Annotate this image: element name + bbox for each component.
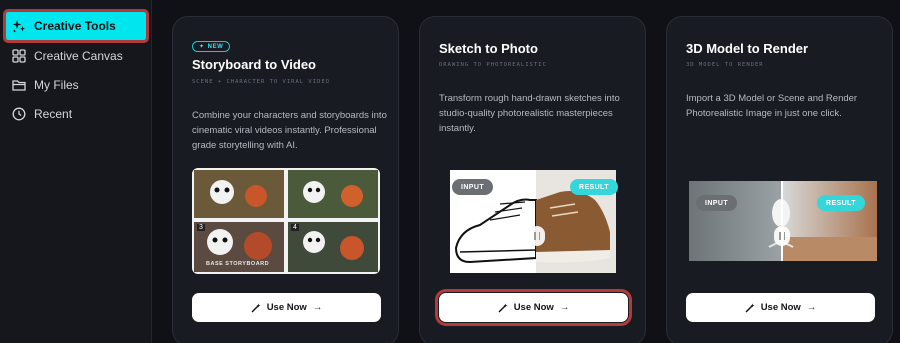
- storyboard-preview: 3 4 BASE STORYBOARD: [192, 168, 380, 274]
- image-caption: BASE STORYBOARD: [206, 261, 270, 267]
- tool-card-sketch-to-photo[interactable]: Sketch to Photo DRAWING TO PHOTOREALISTI…: [419, 16, 646, 343]
- clock-icon: [12, 107, 26, 121]
- arrow-right-icon: →: [559, 302, 570, 313]
- sidebar-item-label: My Files: [34, 78, 79, 92]
- input-label: INPUT: [452, 179, 493, 195]
- card-description: Combine your characters and storyboards …: [192, 110, 387, 151]
- sidebar-item-my-files[interactable]: My Files: [6, 71, 146, 99]
- sidebar: Creative Tools Creative Canvas My Files …: [0, 0, 152, 343]
- result-label: RESULT: [817, 195, 865, 211]
- grid-icon: [12, 49, 26, 63]
- folder-icon: [12, 80, 26, 91]
- sidebar-item-recent[interactable]: Recent: [6, 100, 146, 128]
- main-content: ✦ NEW Storyboard to Video SCENE + CHARAC…: [152, 0, 900, 343]
- sidebar-item-creative-canvas[interactable]: Creative Canvas: [6, 42, 146, 70]
- new-badge: ✦ NEW: [192, 41, 231, 52]
- comparison-slider-handle[interactable]: [529, 226, 545, 246]
- result-label: RESULT: [570, 179, 618, 195]
- use-now-button[interactable]: Use Now →: [192, 293, 381, 322]
- arrow-right-icon: →: [806, 302, 817, 313]
- sidebar-item-label: Recent: [34, 107, 73, 121]
- model-render-comparison: [689, 181, 877, 261]
- card-title: 3D Model to Render: [686, 41, 809, 56]
- card-subtitle: 3D MODEL TO RENDER: [686, 62, 764, 68]
- sidebar-item-label: Creative Canvas: [34, 49, 123, 63]
- card-title: Sketch to Photo: [439, 41, 538, 56]
- tool-card-storyboard-to-video[interactable]: ✦ NEW Storyboard to Video SCENE + CHARAC…: [172, 16, 399, 343]
- magic-wand-icon: [498, 303, 508, 312]
- panel-number: 3: [197, 224, 205, 231]
- magic-wand-icon: [251, 303, 261, 312]
- storyboard-image: [194, 170, 378, 272]
- arrow-right-icon: →: [312, 302, 323, 313]
- model-render-preview: [689, 181, 877, 261]
- card-subtitle: DRAWING TO PHOTOREALISTIC: [439, 62, 547, 68]
- card-subtitle: SCENE + CHARACTER TO VIRAL VIDEO: [192, 79, 330, 85]
- card-description: Transform rough hand-drawn sketches into…: [439, 93, 620, 134]
- sparkle-icon: [12, 20, 25, 33]
- use-now-button[interactable]: Use Now →: [435, 289, 632, 326]
- use-now-button[interactable]: Use Now →: [686, 293, 875, 322]
- sidebar-item-label: Creative Tools: [34, 19, 116, 33]
- tool-card-3d-model-to-render[interactable]: 3D Model to Render 3D MODEL TO RENDER Im…: [666, 16, 893, 343]
- comparison-slider-handle[interactable]: [774, 226, 790, 246]
- sparkle-icon: ✦: [199, 44, 205, 50]
- sidebar-item-creative-tools[interactable]: Creative Tools: [3, 9, 149, 43]
- card-title: Storyboard to Video: [192, 57, 316, 72]
- input-label: INPUT: [696, 195, 737, 211]
- magic-wand-icon: [745, 303, 755, 312]
- card-description: Import a 3D Model or Scene and Render Ph…: [686, 93, 858, 119]
- panel-number: 4: [291, 224, 299, 231]
